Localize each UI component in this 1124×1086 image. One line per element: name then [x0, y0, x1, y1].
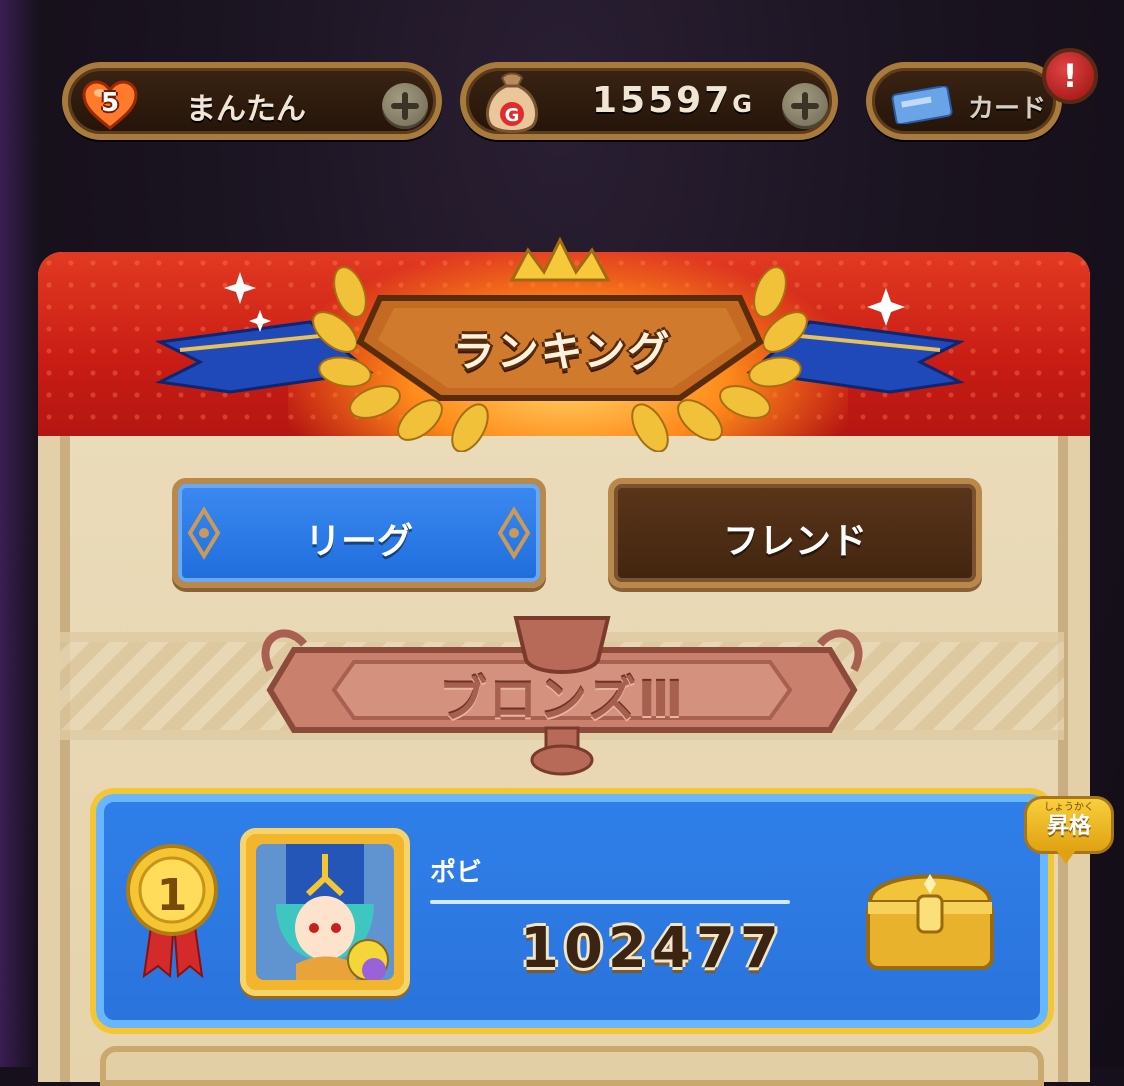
character-portrait [256, 844, 394, 980]
player-avatar[interactable] [240, 828, 410, 996]
alert-badge: ! [1042, 48, 1098, 104]
tab-league[interactable]: リーグ [172, 478, 546, 588]
promotion-badge: しょうかく 昇格 [1024, 796, 1114, 854]
promotion-badge-tail [1056, 850, 1076, 864]
svg-text:G: G [505, 105, 520, 126]
tab-friend-label: フレンド [722, 521, 867, 562]
tab-friend[interactable]: フレンド [608, 478, 982, 588]
stamina-label: まんたん [186, 92, 306, 127]
gold-pill[interactable]: G 15597G [460, 62, 838, 140]
gold-value: 15597 [592, 80, 733, 121]
tab-league-label: リーグ [304, 521, 413, 562]
promotion-ruby: しょうかく [1044, 802, 1094, 813]
player-score: 102477 [520, 916, 784, 981]
ranking-row-next[interactable] [100, 1046, 1044, 1086]
promotion-label: 昇格 [1046, 814, 1091, 839]
background-edge [0, 0, 40, 1067]
add-stamina-button[interactable] [382, 83, 428, 129]
rank-number: 1 [156, 870, 188, 921]
crown-icon [509, 236, 611, 282]
gold-unit: G [732, 90, 752, 118]
tab-ornament-right [497, 506, 531, 560]
avatar-portrait [256, 844, 394, 980]
card-icon [891, 86, 953, 124]
gold-amount: 15597G [592, 80, 752, 121]
add-gold-button[interactable] [782, 83, 828, 129]
name-divider [430, 900, 790, 904]
stamina-count: 5 [100, 88, 120, 118]
treasure-chest-icon[interactable] [860, 862, 1000, 976]
player-name: ポビ [430, 858, 483, 888]
ranking-title: ランキング [452, 327, 672, 376]
stamina-pill[interactable]: 5 まんたん [62, 62, 442, 140]
money-bag-icon: G [485, 72, 539, 133]
card-button[interactable]: カード [866, 62, 1062, 140]
card-label: カード [968, 94, 1047, 124]
league-name: ブロンズⅢ [438, 672, 686, 728]
